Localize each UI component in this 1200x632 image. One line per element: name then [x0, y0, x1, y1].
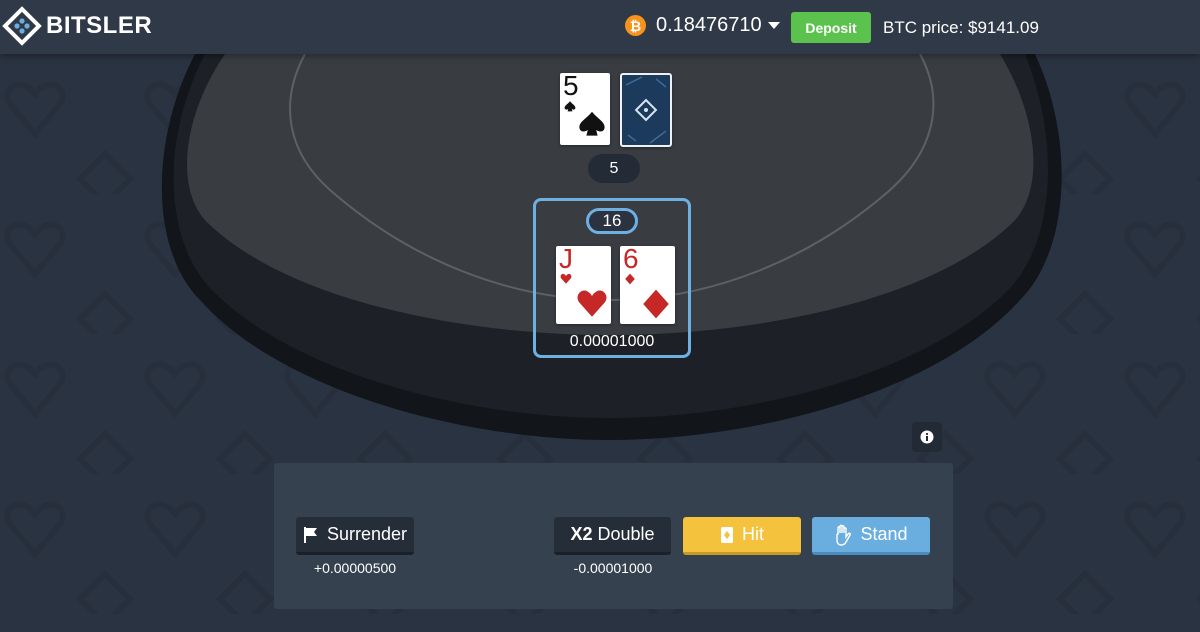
dealer-hand-value: 5: [588, 154, 640, 183]
hit-button[interactable]: Hit: [683, 517, 801, 555]
surrender-payout: +0.00000500: [313, 560, 397, 576]
info-button[interactable]: [912, 422, 942, 452]
balance-value: 0.18476710: [656, 14, 762, 36]
balance-selector[interactable]: ₿ 0.18476710: [625, 14, 780, 37]
double-prefix: X2: [570, 524, 593, 544]
heart-icon: [560, 273, 572, 284]
card-rank: 5: [563, 70, 579, 101]
bitsler-logo[interactable]: BITSLER: [2, 6, 152, 46]
player-card-six: 6: [620, 243, 675, 324]
double-cost: -0.00001000: [573, 560, 653, 576]
logo-diamond-icon: [2, 6, 42, 46]
heart-icon: [577, 290, 607, 317]
player-card-jack: J: [556, 243, 611, 324]
diamond-icon: [625, 273, 635, 285]
stand-button[interactable]: Stand: [812, 517, 930, 555]
dealer-card: 5: [560, 70, 610, 145]
chevron-down-icon: [767, 22, 780, 29]
info-icon: [920, 430, 934, 444]
deposit-button[interactable]: Deposit: [791, 12, 871, 43]
diamond-icon: [643, 289, 669, 319]
flag-icon: [303, 526, 317, 543]
double-label: Double: [597, 524, 655, 544]
logo-text: BITSLER: [46, 12, 153, 39]
player-hand-value: 16: [586, 208, 638, 234]
player-bet-amount: 0.00001000: [569, 333, 655, 350]
stand-label: Stand: [860, 524, 908, 544]
top-header: BITSLER ₿ 0.18476710 Deposit BTC price: …: [0, 0, 1200, 54]
bitcoin-icon: ₿: [625, 15, 646, 36]
hand-icon: [836, 524, 852, 546]
hit-label: Hit: [742, 524, 764, 544]
card-rank: 6: [623, 243, 639, 274]
spade-icon: [564, 101, 576, 112]
card-icon: [721, 526, 733, 543]
double-button[interactable]: X2 Double: [554, 517, 671, 555]
dealer-hidden-card: [620, 73, 672, 147]
card-rank: J: [559, 243, 573, 274]
btc-price: BTC price: $9141.09: [883, 18, 1039, 37]
spade-icon: [579, 111, 605, 136]
surrender-button[interactable]: Surrender: [296, 517, 414, 555]
surrender-label: Surrender: [326, 524, 408, 544]
card-back-icon: [625, 76, 667, 144]
